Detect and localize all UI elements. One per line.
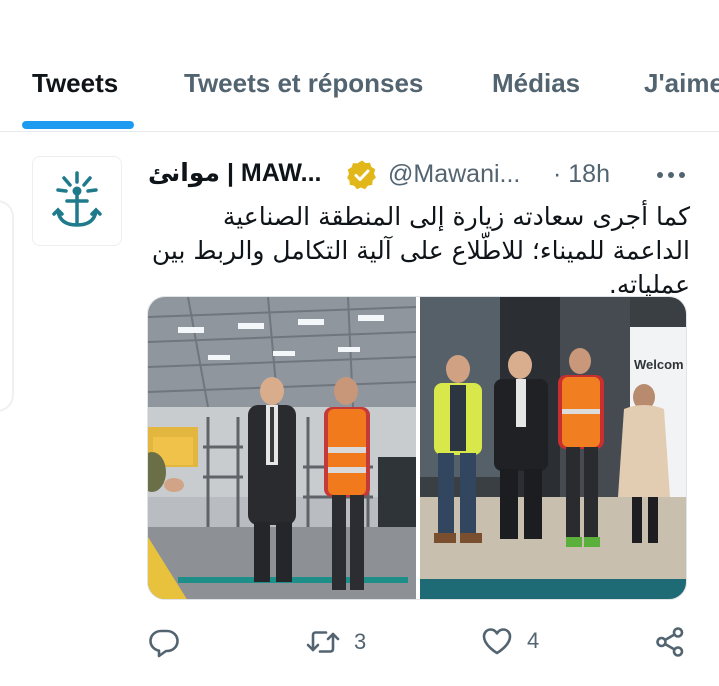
profile-tabs: Tweets Tweets et réponses Médias J'aime — [0, 52, 719, 132]
like-button[interactable]: 4 — [481, 626, 539, 656]
side-panel-edge — [0, 200, 14, 412]
tab-tweets-replies[interactable]: Tweets et réponses — [184, 68, 423, 99]
reply-button[interactable] — [148, 626, 180, 658]
timestamp[interactable]: · 18h — [553, 160, 610, 189]
tweet-photo-left[interactable] — [148, 297, 416, 599]
handle[interactable]: @Mawani... — [388, 160, 520, 189]
tab-tweets[interactable]: Tweets — [32, 68, 118, 99]
retweet-count: 3 — [354, 629, 367, 654]
tweet-media[interactable]: Welcom — [147, 296, 687, 600]
anchor-logo-icon — [52, 171, 102, 227]
verified-badge-icon[interactable] — [346, 159, 378, 191]
tabs-divider — [0, 131, 719, 132]
tweet-text: كما أجرى سعادته زيارة إلى المنطقة الصناع… — [151, 202, 690, 299]
avatar[interactable] — [32, 156, 122, 246]
tweet-photo-right[interactable]: Welcom — [420, 297, 686, 599]
share-icon — [656, 627, 684, 657]
retweet-icon — [306, 631, 340, 653]
like-count: 4 — [527, 628, 540, 653]
like-icon — [482, 628, 512, 655]
tab-media[interactable]: Médias — [492, 68, 580, 99]
active-tab-indicator — [22, 121, 134, 129]
share-button[interactable] — [654, 626, 686, 658]
display-name[interactable]: موانئ | MAW... — [148, 158, 321, 188]
reply-icon — [149, 629, 179, 658]
welcome-sign-text: Welcom — [634, 357, 684, 372]
more-icon[interactable] — [654, 158, 688, 192]
retweet-button[interactable]: 3 — [306, 626, 366, 658]
tab-likes[interactable]: J'aime — [644, 68, 719, 99]
